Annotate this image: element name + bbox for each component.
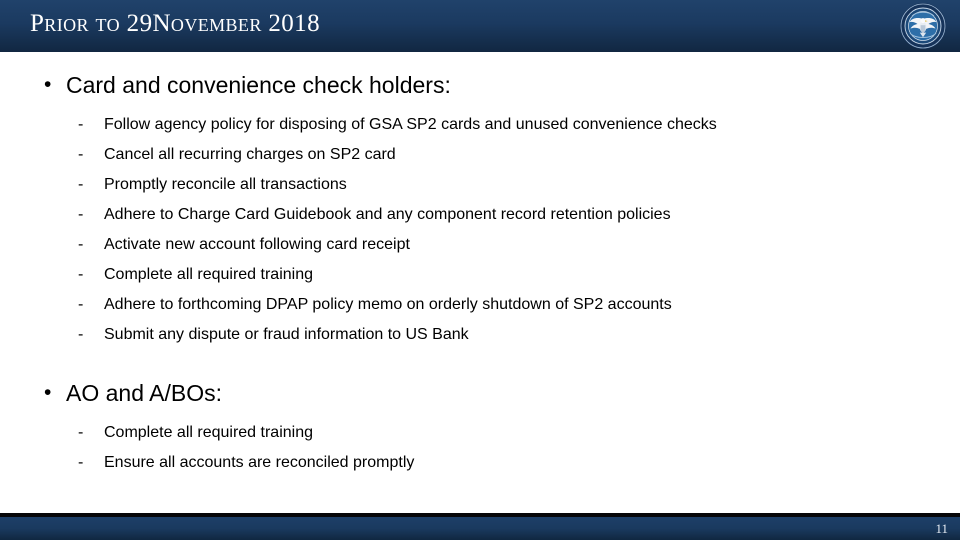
list-item-label: Adhere to Charge Card Guidebook and any … [104, 206, 671, 223]
list-item-label: Complete all required training [104, 266, 313, 283]
list-item: - Promptly reconcile all transactions [0, 170, 960, 200]
page-title: Prior to 29November 2018 [30, 10, 320, 37]
dash-bullet-icon: - [78, 206, 84, 223]
dash-bullet-icon: - [78, 326, 84, 343]
slide-header-band: Prior to 29November 2018 [0, 0, 960, 52]
list-item: - Activate new account following card re… [0, 230, 960, 260]
bullet-dot-icon: • [44, 73, 52, 96]
dash-bullet-icon: - [78, 116, 84, 133]
list-item-label: Submit any dispute or fraud information … [104, 326, 469, 343]
list-item-label: Cancel all recurring charges on SP2 card [104, 146, 396, 163]
list-item: - Adhere to Charge Card Guidebook and an… [0, 200, 960, 230]
list-item: - Ensure all accounts are reconciled pro… [0, 448, 960, 478]
bullet-dot-icon: • [44, 381, 52, 404]
slide: Prior to 29November 2018 • Card and conv… [0, 0, 960, 540]
dash-bullet-icon: - [78, 424, 84, 441]
dash-bullet-icon: - [78, 236, 84, 253]
dash-bullet-icon: - [78, 266, 84, 283]
list-item-label: Complete all required training [104, 424, 313, 441]
slide-footer-band: 11 [0, 517, 960, 540]
slide-body: • Card and convenience check holders: - … [0, 52, 960, 513]
dash-bullet-icon: - [78, 146, 84, 163]
list-item: - Follow agency policy for disposing of … [0, 110, 960, 140]
content-group-card-holders: • Card and convenience check holders: - … [0, 70, 960, 350]
main-bullet-card-holders: • Card and convenience check holders: [0, 70, 960, 100]
main-bullet-label: AO and A/BOs: [66, 380, 222, 406]
list-item: - Adhere to forthcoming DPAP policy memo… [0, 290, 960, 320]
list-item: - Submit any dispute or fraud informatio… [0, 320, 960, 350]
main-bullet-ao-abos: • AO and A/BOs: [0, 378, 960, 408]
page-number: 11 [935, 521, 948, 536]
list-item: - Cancel all recurring charges on SP2 ca… [0, 140, 960, 170]
dash-bullet-icon: - [78, 176, 84, 193]
dash-bullet-icon: - [78, 296, 84, 313]
dod-seal-icon [897, 2, 949, 50]
main-bullet-label: Card and convenience check holders: [66, 72, 451, 98]
content-group-ao-abos: • AO and A/BOs: - Complete all required … [0, 378, 960, 478]
sub-list-card-holders: - Follow agency policy for disposing of … [0, 110, 960, 350]
list-item: - Complete all required training [0, 418, 960, 448]
dash-bullet-icon: - [78, 454, 84, 471]
list-item-label: Ensure all accounts are reconciled promp… [104, 454, 415, 471]
list-item-label: Adhere to forthcoming DPAP policy memo o… [104, 296, 672, 313]
list-item-label: Activate new account following card rece… [104, 236, 410, 253]
sub-list-ao-abos: - Complete all required training - Ensur… [0, 418, 960, 478]
list-item-label: Follow agency policy for disposing of GS… [104, 116, 717, 133]
list-item-label: Promptly reconcile all transactions [104, 176, 347, 193]
list-item: - Complete all required training [0, 260, 960, 290]
